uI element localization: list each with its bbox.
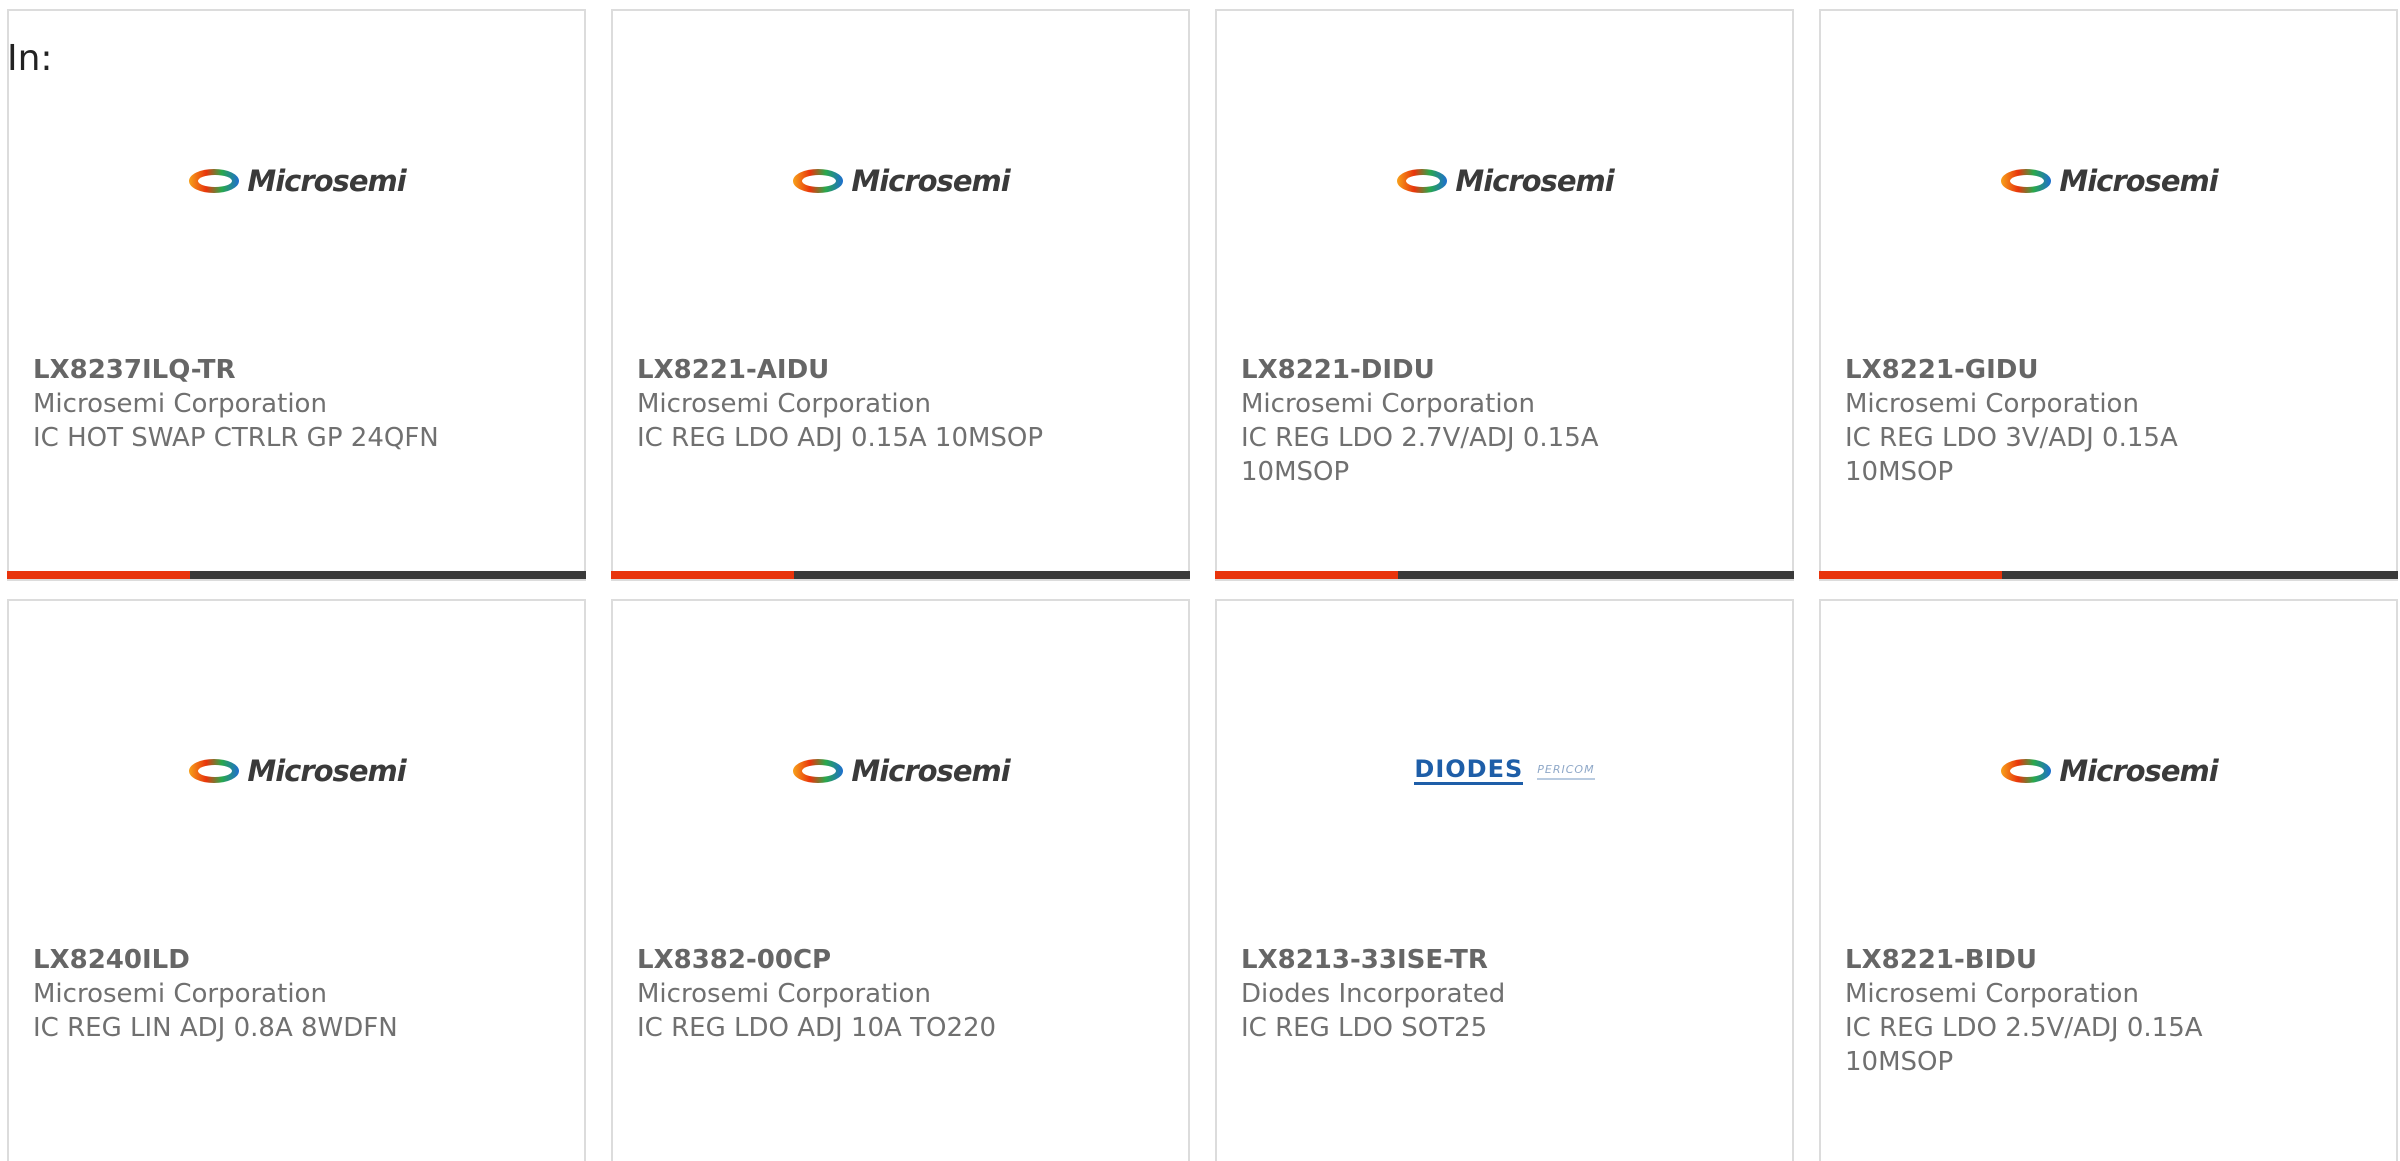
manufacturer-name: Microsemi Corporation [1241,389,1535,419]
product-card-lx8221-gidu[interactable]: Microsemi LX8221-GIDU Microsemi Corporat… [1819,9,2398,581]
product-description: IC REG LDO ADJ 10A TO220 [637,1013,997,1043]
microsemi-swirl-icon [2001,169,2052,193]
card-bottom-bar [7,571,586,579]
product-card-lx8221-aidu[interactable]: Microsemi LX8221-AIDU Microsemi Corporat… [611,9,1190,581]
card-bottom-bar [1215,571,1794,579]
manufacturer-logo: Microsemi [613,751,1188,791]
manufacturer-logo: Microsemi [1217,161,1792,201]
microsemi-swirl-icon [2001,759,2052,783]
manufacturer-name: Microsemi Corporation [33,389,327,419]
part-number[interactable]: LX8240ILD [33,943,560,977]
product-description: IC REG LDO 3V/ADJ 0.15A 10MSOP [1845,423,2178,487]
product-card-lx8221-bidu[interactable]: Microsemi LX8221-BIDU Microsemi Corporat… [1819,599,2398,1161]
card-bar-accent [611,571,794,579]
part-number[interactable]: LX8221-DIDU [1241,353,1768,387]
part-number[interactable]: LX8221-GIDU [1845,353,2372,387]
manufacturer-name: Microsemi Corporation [637,389,931,419]
card-bottom-bar [611,571,1190,579]
logo-wordmark: Microsemi [247,754,406,788]
manufacturer-logo: Microsemi [1821,161,2396,201]
product-description: IC REG LIN ADJ 0.8A 8WDFN [33,1013,398,1043]
logo-wordmark: Microsemi [2059,164,2218,198]
product-description: IC REG LDO SOT25 [1241,1013,1488,1043]
manufacturer-logo: Microsemi [613,161,1188,201]
logo-wordmark: Microsemi [2059,754,2218,788]
manufacturer-name: Microsemi Corporation [1845,389,2139,419]
product-description: IC HOT SWAP CTRLR GP 24QFN [33,423,439,453]
manufacturer-name: Microsemi Corporation [33,979,327,1009]
card-bar-accent [1819,571,2002,579]
microsemi-swirl-icon [793,759,844,783]
manufacturer-logo: Microsemi [1821,751,2396,791]
card-bottom-bar [1819,571,2398,579]
logo-wordmark: Microsemi [1455,164,1614,198]
manufacturer-logo: Microsemi [9,161,584,201]
product-card-lx8213-33ise-tr[interactable]: DIODES PERICOM LX8213-33ISE-TR Diodes In… [1215,599,1794,1161]
part-number[interactable]: LX8213-33ISE-TR [1241,943,1768,977]
product-card-lx8240ild[interactable]: Microsemi LX8240ILD Microsemi Corporatio… [7,599,586,1161]
manufacturer-name: Diodes Incorporated [1241,979,1506,1009]
diodes-logo-wordmark: DIODES [1414,755,1524,785]
microsemi-swirl-icon [189,169,240,193]
pericom-logo-wordmark: PERICOM [1537,763,1595,780]
microsemi-swirl-icon [189,759,240,783]
part-number[interactable]: LX8221-BIDU [1845,943,2372,977]
manufacturer-name: Microsemi Corporation [1845,979,2139,1009]
part-number[interactable]: LX8382-00CP [637,943,1164,977]
product-description: IC REG LDO 2.5V/ADJ 0.15A 10MSOP [1845,1013,2203,1077]
manufacturer-logo: DIODES PERICOM [1217,751,1792,791]
card-bar-accent [1215,571,1398,579]
product-description: IC REG LDO 2.7V/ADJ 0.15A 10MSOP [1241,423,1599,487]
part-number[interactable]: LX8237ILQ-TR [33,353,560,387]
logo-wordmark: Microsemi [247,164,406,198]
manufacturer-name: Microsemi Corporation [637,979,931,1009]
manufacturer-logo: Microsemi [9,751,584,791]
microsemi-swirl-icon [1397,169,1448,193]
product-card-lx8221-didu[interactable]: Microsemi LX8221-DIDU Microsemi Corporat… [1215,9,1794,581]
product-card-lx8382-00cp[interactable]: Microsemi LX8382-00CP Microsemi Corporat… [611,599,1190,1161]
card-bar-accent [7,571,190,579]
logo-wordmark: Microsemi [851,754,1010,788]
product-card-lx8237ilq-tr[interactable]: Microsemi LX8237ILQ-TR Microsemi Corpora… [7,9,586,581]
logo-wordmark: Microsemi [851,164,1010,198]
microsemi-swirl-icon [793,169,844,193]
part-number[interactable]: LX8221-AIDU [637,353,1164,387]
product-description: IC REG LDO ADJ 0.15A 10MSOP [637,423,1044,453]
filter-in-label: In: [7,38,53,79]
